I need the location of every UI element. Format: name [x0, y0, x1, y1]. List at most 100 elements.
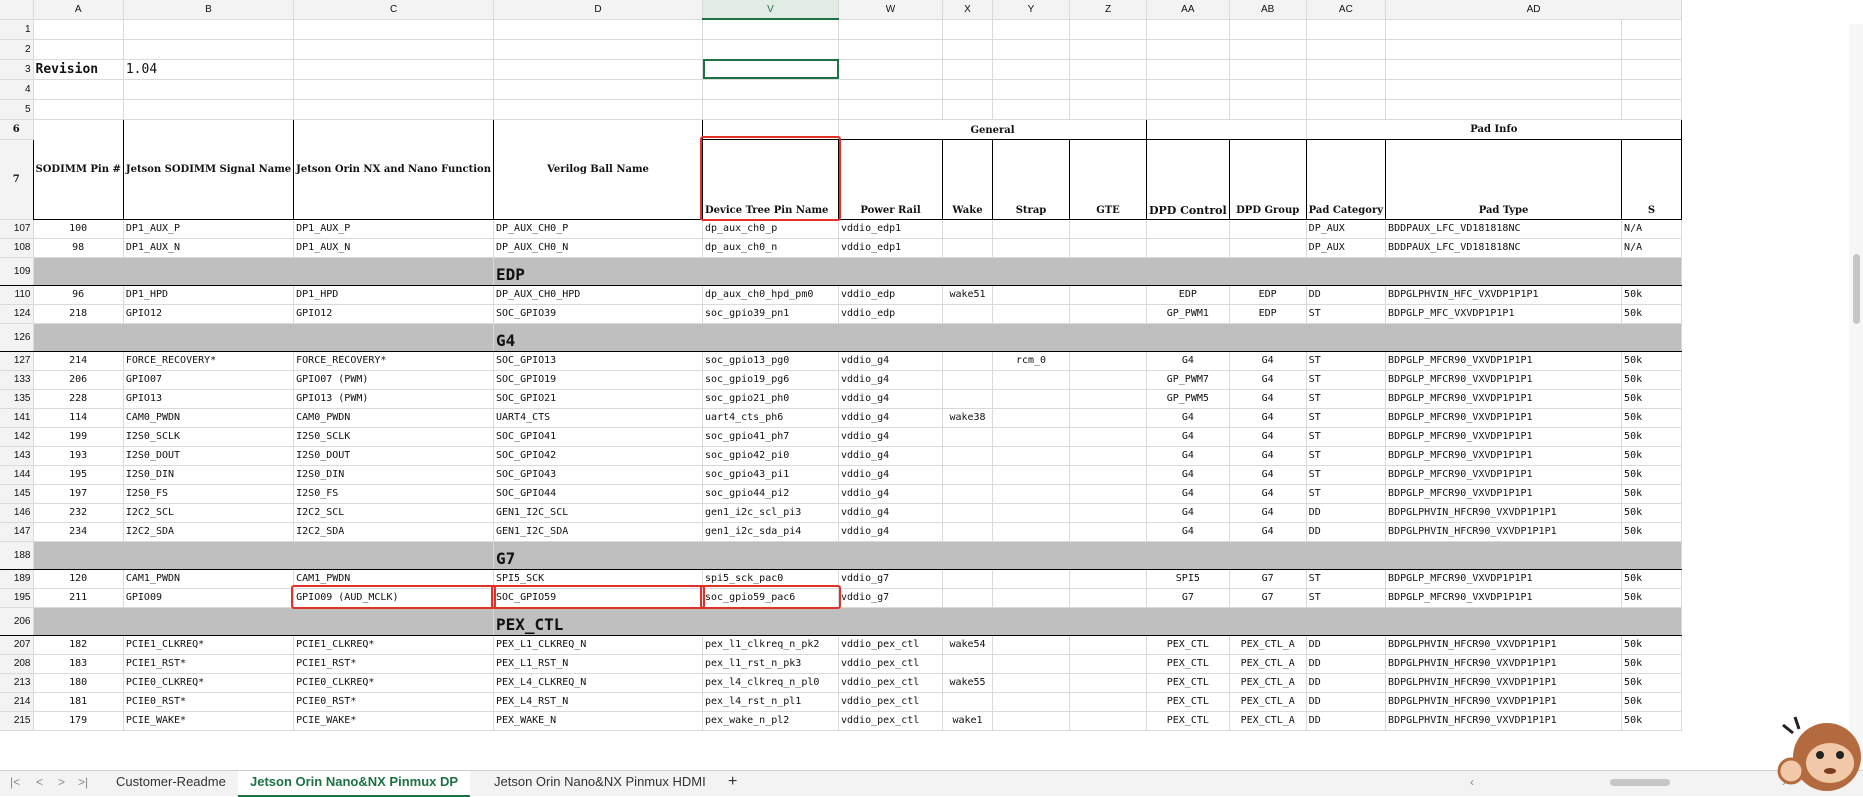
- cell[interactable]: wake55: [942, 673, 993, 693]
- cell[interactable]: [992, 503, 1070, 523]
- cell[interactable]: [992, 39, 1070, 60]
- cell[interactable]: [942, 465, 993, 485]
- cell[interactable]: G7: [1146, 588, 1230, 608]
- cell[interactable]: PEX_CTL: [1146, 635, 1230, 655]
- cell[interactable]: BDPGLPHVIN_HFCR90_VXVDP1P1P1: [1385, 635, 1623, 655]
- cell[interactable]: BDDPAUX_LFC_VD181818NC: [1385, 219, 1623, 239]
- cell[interactable]: 50k: [1621, 654, 1683, 674]
- row-header[interactable]: 206: [0, 607, 34, 636]
- cell[interactable]: BDPGLP_MFC_VXVDP1P1P1: [1385, 304, 1623, 324]
- cell[interactable]: soc_gpio59_pac6: [702, 588, 839, 608]
- row-header[interactable]: 124: [0, 304, 34, 324]
- cell[interactable]: G4: [1229, 522, 1307, 542]
- cell[interactable]: [942, 389, 993, 409]
- cell[interactable]: DP_AUX: [1306, 219, 1387, 239]
- cell[interactable]: N/A: [1621, 219, 1683, 239]
- cell[interactable]: DD: [1306, 503, 1387, 523]
- cell[interactable]: PEX_CTL_A: [1229, 692, 1307, 712]
- header-pad-type[interactable]: Pad Type: [1385, 138, 1623, 220]
- cell[interactable]: vddio_g7: [838, 588, 943, 608]
- cell[interactable]: [942, 19, 993, 40]
- cell[interactable]: 50k: [1621, 522, 1683, 542]
- cell[interactable]: [1146, 238, 1230, 258]
- header-power-rail[interactable]: Power Rail: [838, 138, 943, 220]
- header-dpd-control[interactable]: DPD Control: [1146, 138, 1230, 220]
- cell[interactable]: [1621, 59, 1683, 80]
- cell[interactable]: [942, 219, 993, 239]
- cell[interactable]: PEX_WAKE_N: [493, 711, 703, 731]
- cell[interactable]: G4: [1146, 522, 1230, 542]
- cell[interactable]: BDPGLP_MFCR90_VXVDP1P1P1: [1385, 427, 1623, 447]
- cell[interactable]: [992, 692, 1070, 712]
- cell[interactable]: BDPGLP_MFCR90_VXVDP1P1P1: [1385, 446, 1623, 466]
- cell[interactable]: 114: [33, 408, 124, 428]
- cell[interactable]: PEX_L1_RST_N: [493, 654, 703, 674]
- cell[interactable]: [702, 119, 839, 140]
- select-all-corner[interactable]: [0, 0, 34, 20]
- cell[interactable]: 180: [33, 673, 124, 693]
- cell[interactable]: [1069, 19, 1147, 40]
- cell[interactable]: [992, 370, 1070, 390]
- cell[interactable]: [942, 370, 993, 390]
- cell[interactable]: vddio_edp1: [838, 238, 943, 258]
- cell[interactable]: pex_l4_rst_n_pl1: [702, 692, 839, 712]
- vertical-scroll-thumb[interactable]: [1853, 254, 1860, 324]
- cell[interactable]: [1229, 39, 1307, 60]
- cell[interactable]: [992, 522, 1070, 542]
- cell[interactable]: 50k: [1621, 285, 1683, 305]
- header-dt-pin[interactable]: Device Tree Pin Name: [702, 138, 839, 220]
- cell[interactable]: UART4_CTS: [493, 408, 703, 428]
- cell[interactable]: G4: [1229, 389, 1307, 409]
- cell[interactable]: vddio_g4: [838, 351, 943, 371]
- cell[interactable]: [992, 219, 1070, 239]
- cell[interactable]: [942, 588, 993, 608]
- cell[interactable]: [992, 304, 1070, 324]
- cell[interactable]: DD: [1306, 673, 1387, 693]
- cell[interactable]: soc_gpio21_ph0: [702, 389, 839, 409]
- cell[interactable]: G4: [1146, 484, 1230, 504]
- cell[interactable]: [1306, 39, 1387, 60]
- cell[interactable]: ST: [1306, 351, 1387, 371]
- header-signal-name[interactable]: Jetson SODIMM Signal Name: [122, 118, 295, 220]
- group-name[interactable]: G7: [493, 541, 1683, 570]
- spreadsheet[interactable]: A B C D V W X Y Z AA AB AC AD 1 2 3 Revision 1.04 4 5 6 SODIM…: [0, 0, 1863, 770]
- cell[interactable]: ST: [1306, 446, 1387, 466]
- cell[interactable]: [942, 569, 993, 589]
- cell[interactable]: 214: [33, 351, 124, 371]
- cell[interactable]: [838, 79, 943, 100]
- group-name[interactable]: EDP: [493, 257, 1683, 286]
- cell[interactable]: [123, 19, 295, 40]
- cell[interactable]: [1069, 427, 1147, 447]
- row-header[interactable]: 195: [0, 588, 34, 608]
- header-gte[interactable]: GTE: [1069, 138, 1147, 220]
- cell[interactable]: [942, 484, 993, 504]
- cell[interactable]: [1621, 79, 1683, 100]
- cell[interactable]: 199: [33, 427, 124, 447]
- cell[interactable]: [1146, 219, 1230, 239]
- cell[interactable]: 98: [33, 238, 124, 258]
- column-header[interactable]: AA: [1146, 0, 1230, 20]
- cell[interactable]: [33, 19, 124, 40]
- cell[interactable]: [992, 711, 1070, 731]
- cell[interactable]: SOC_GPIO59: [493, 588, 703, 608]
- cell[interactable]: BDPGLP_MFCR90_VXVDP1P1P1: [1385, 351, 1623, 371]
- cell[interactable]: BDDPAUX_LFC_VD181818NC: [1385, 238, 1623, 258]
- cell[interactable]: PCIE0_RST*: [293, 692, 494, 712]
- cell[interactable]: [992, 285, 1070, 305]
- cell[interactable]: I2S0_FS: [123, 484, 295, 504]
- column-header[interactable]: X: [942, 0, 993, 20]
- tab-pinmux-dp[interactable]: Jetson Orin Nano&NX Pinmux DP: [238, 771, 471, 797]
- cell[interactable]: [1069, 39, 1147, 60]
- cell[interactable]: ST: [1306, 427, 1387, 447]
- row-header[interactable]: 144: [0, 465, 34, 485]
- cell[interactable]: 50k: [1621, 711, 1683, 731]
- cell[interactable]: [838, 99, 943, 120]
- cell[interactable]: vddio_g4: [838, 465, 943, 485]
- cell[interactable]: [1385, 19, 1623, 40]
- cell[interactable]: DP_AUX_CH0_P: [493, 219, 703, 239]
- cell[interactable]: [942, 446, 993, 466]
- cell[interactable]: pex_wake_n_pl2: [702, 711, 839, 731]
- cell[interactable]: vddio_edp1: [838, 219, 943, 239]
- cell[interactable]: SOC_GPIO39: [493, 304, 703, 324]
- column-header[interactable]: W: [838, 0, 943, 20]
